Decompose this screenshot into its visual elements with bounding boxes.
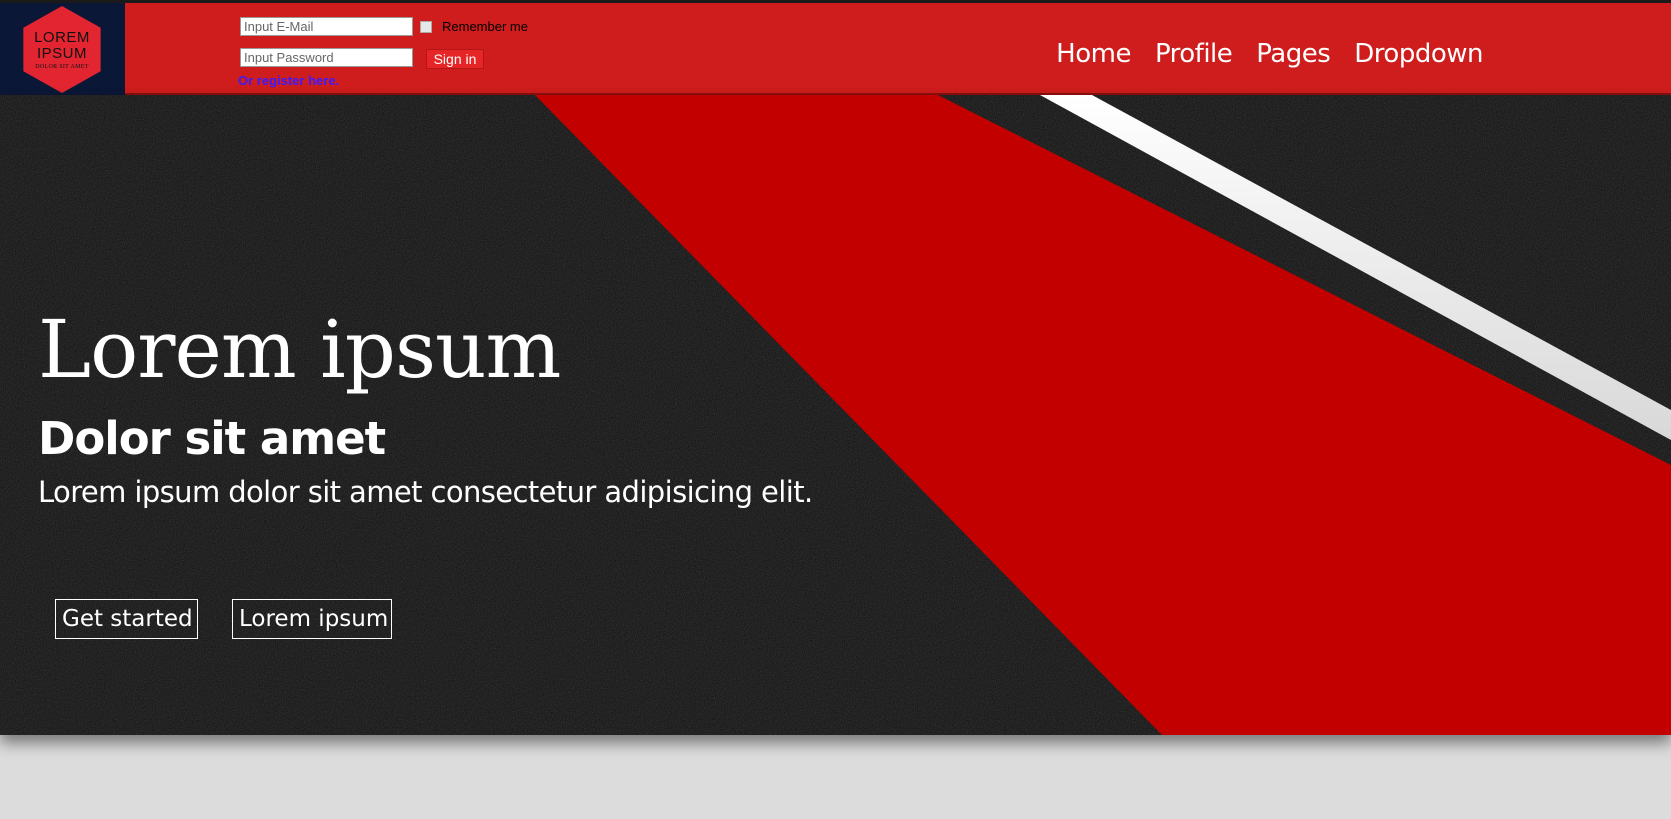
hero-section: Lorem ipsum Dolor sit amet Lorem ipsum d…: [0, 95, 1671, 735]
login-form: Remember me Sign in Or register here.: [238, 14, 560, 92]
nav-pages[interactable]: Pages: [1256, 37, 1331, 71]
logo-line-1: LOREM: [34, 28, 90, 46]
site-header: LOREM IPSUM DOLOR SIT AMET Remember me S…: [0, 0, 1671, 95]
logo-hexagon: LOREM IPSUM DOLOR SIT AMET: [23, 6, 101, 93]
logo-tagline: DOLOR SIT AMET: [35, 63, 89, 70]
remember-me-checkbox[interactable]: [420, 21, 432, 33]
email-field[interactable]: [240, 17, 413, 36]
logo[interactable]: LOREM IPSUM DOLOR SIT AMET: [0, 3, 125, 95]
nav-profile[interactable]: Profile: [1155, 37, 1233, 71]
nav-home[interactable]: Home: [1056, 37, 1131, 71]
get-started-button[interactable]: Get started: [55, 599, 198, 639]
password-field[interactable]: [240, 48, 413, 67]
logo-line-2: IPSUM: [36, 44, 87, 62]
register-link[interactable]: Or register here.: [238, 73, 339, 88]
sign-in-button[interactable]: Sign in: [426, 49, 484, 69]
main-nav: Home Profile Pages Dropdown: [1056, 37, 1483, 71]
hero-subtitle: Dolor sit amet: [38, 412, 386, 465]
hero-title: Lorem ipsum: [38, 303, 561, 396]
nav-dropdown[interactable]: Dropdown: [1354, 37, 1483, 71]
lorem-ipsum-button[interactable]: Lorem ipsum: [232, 599, 392, 639]
remember-me-label: Remember me: [442, 19, 528, 34]
hero-description: Lorem ipsum dolor sit amet consectetur a…: [38, 475, 813, 509]
